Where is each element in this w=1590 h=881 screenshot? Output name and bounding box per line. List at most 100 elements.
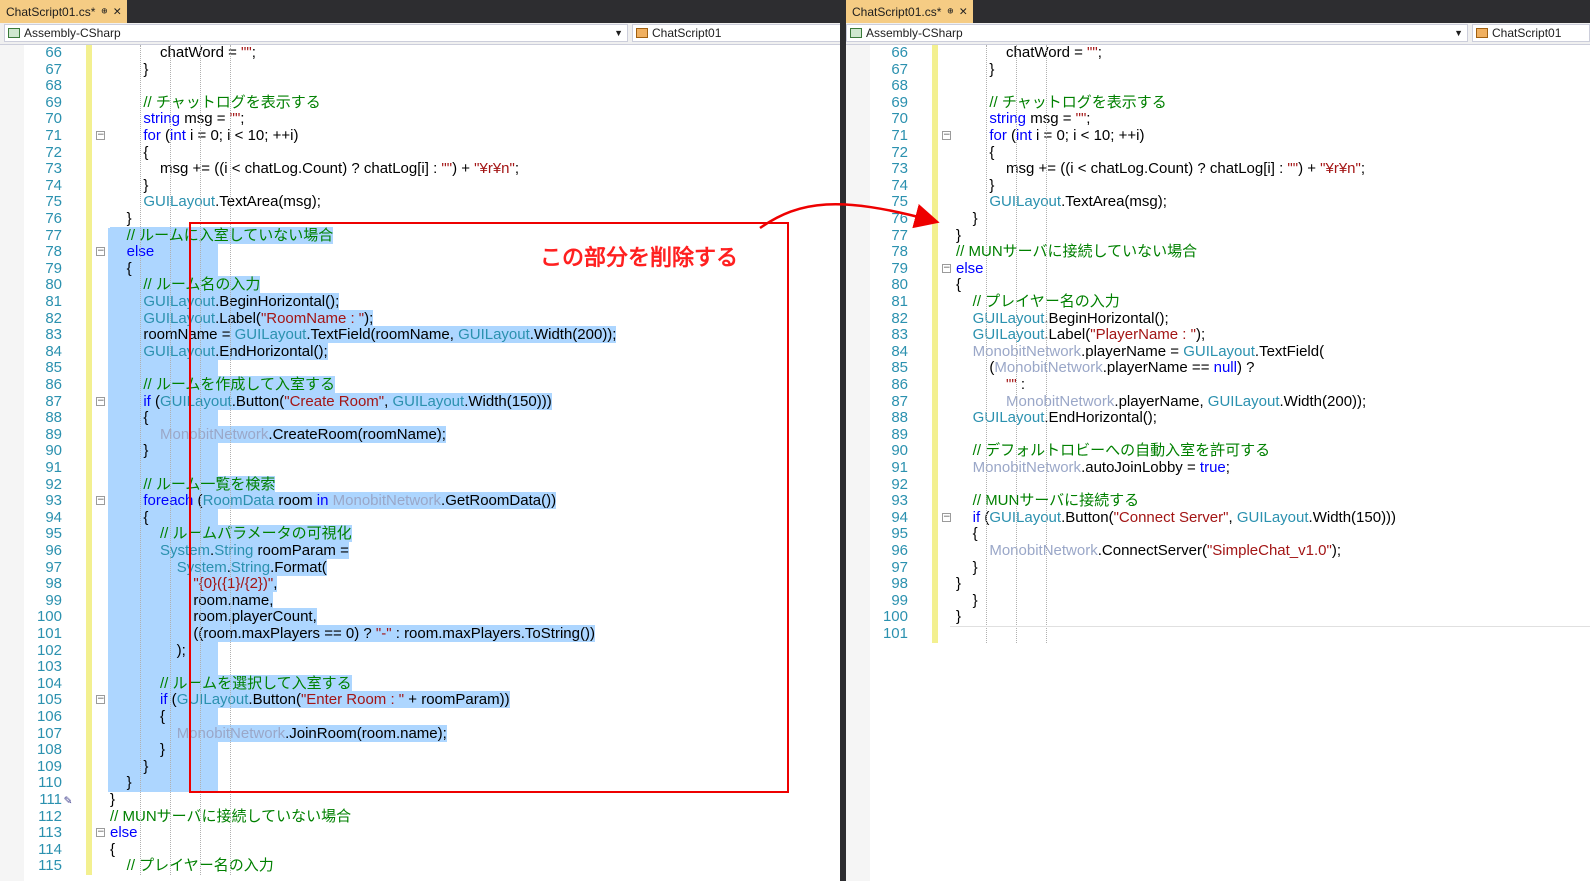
code-line[interactable]: 79 − else [846,259,1590,278]
pin-icon[interactable]: ⊕ [947,6,953,17]
code-line[interactable]: 76 } [846,210,1590,228]
code-line[interactable]: 70 string msg = ""; [846,111,1590,128]
change-indicator [86,559,92,577]
code-line[interactable]: 71 − for (int i = 0; i < 10; ++i) [0,127,840,145]
change-indicator [932,277,938,294]
code-text: } [110,176,149,194]
code-line[interactable]: 83 GUILayout.Label("PlayerName : "); [846,326,1590,344]
change-indicator [86,94,92,112]
code-line[interactable]: 74 } [846,177,1590,195]
change-indicator [86,410,92,427]
change-indicator [932,78,938,95]
code-line[interactable]: 90 // デフォルトロビーへの自動入室を許可する [846,443,1590,460]
line-number: 70 [45,110,62,128]
code-line[interactable]: 97 } [846,559,1590,577]
change-indicator [86,592,92,610]
code-line[interactable]: 92 [846,476,1590,494]
code-line[interactable]: 75 GUILayout.TextArea(msg); [846,194,1590,211]
change-indicator [86,128,92,145]
code-line[interactable]: 82 GUILayout.BeginHorizontal(); [846,310,1590,328]
code-line[interactable]: 112 // MUNサーバに接続していない場合 [0,807,840,826]
tab-chatscript01[interactable]: ChatScript01.cs* ⊕ ✕ [0,0,128,23]
code-line[interactable]: 68 [846,78,1590,95]
code-line[interactable]: 73 msg += ((i < chatLog.Count) ? chatLog… [0,160,840,178]
assembly-dropdown[interactable]: Assembly-CSharp ▼ [846,24,1468,42]
code-text: if (GUILayout.Button("Connect Server", G… [972,508,1397,526]
assembly-icon [8,28,20,38]
code-line[interactable]: 115 // プレイヤー名の入力 [0,858,840,875]
line-number: 76 [45,210,62,227]
tab-chatscript01[interactable]: ChatScript01.cs* ⊕ ✕ [846,0,974,23]
collapse-icon[interactable]: − [96,131,105,140]
code-line[interactable]: 78 // MUNサーバに接続していない場合 [846,243,1590,261]
code-line[interactable]: 74 } [0,176,840,195]
class-dropdown[interactable]: ChatScript01 [632,24,840,42]
code-line[interactable]: 86 "" : [846,376,1590,394]
change-indicator [86,576,92,593]
pin-icon[interactable]: ⊕ [101,6,107,17]
code-line[interactable]: 66 chatWord = ""; [0,44,840,62]
change-indicator [86,393,92,411]
code-line[interactable]: 69 // チャットログを表示する [846,94,1590,112]
code-line[interactable]: 87 MonobitNetwork.playerName, GUILayout.… [846,393,1590,411]
code-line[interactable]: 67 } [0,60,840,79]
code-line[interactable]: 88 GUILayout.EndHorizontal(); [846,409,1590,427]
code-line[interactable]: 100} [846,609,1590,626]
code-line[interactable]: 85 (MonobitNetwork.playerName == null) ? [846,360,1590,377]
code-text: } [110,60,149,78]
code-line[interactable]: 114 { [0,841,840,859]
assembly-dropdown[interactable]: Assembly-CSharp ▼ [4,24,628,42]
code-line[interactable]: 99 } [846,591,1590,610]
line-number: 73 [45,160,62,178]
code-line[interactable]: 70 string msg = ""; [0,111,840,128]
collapse-icon[interactable]: − [942,131,951,140]
class-dropdown[interactable]: ChatScript01 [1472,24,1590,42]
collapse-icon[interactable]: − [96,695,105,705]
code-line[interactable]: 95 { [846,526,1590,543]
line-number: 112 [38,807,62,825]
collapse-icon[interactable]: − [96,496,105,506]
line-number: 91 [891,459,908,476]
collapse-icon[interactable]: − [942,512,951,522]
code-text: } [956,591,978,609]
collapse-icon[interactable]: − [96,828,105,838]
collapse-icon[interactable]: − [96,396,105,406]
collapse-icon[interactable]: − [96,247,105,257]
code-line[interactable]: 96 MonobitNetwork.ConnectServer("SimpleC… [846,542,1590,560]
code-line[interactable]: 113 − else [0,824,840,842]
code-line[interactable]: 89 [846,426,1590,444]
close-icon[interactable]: ✕ [959,5,967,18]
change-indicator [932,144,938,162]
code-line[interactable]: 111} [0,791,840,809]
code-line[interactable]: 80 { [846,277,1590,294]
assembly-label: Assembly-CSharp [24,26,121,40]
code-line[interactable]: 71 − for (int i = 0; i < 10; ++i) [846,127,1590,145]
code-text: else [956,259,984,277]
code-line[interactable]: 101 [846,625,1590,643]
close-icon[interactable]: ✕ [113,5,121,18]
change-indicator [932,111,938,128]
tab-bar: ChatScript01.cs* ⊕ ✕ [846,0,1590,23]
code-line[interactable]: 91 MonobitNetwork.autoJoinLobby = true; [846,459,1590,477]
code-line[interactable]: 98} [846,576,1590,593]
code-editor-right[interactable]: 66 chatWord = ""; 67 } 68 69 // チャットログを表示する… [846,44,1590,881]
code-text: { [110,143,149,161]
code-line[interactable]: 72 { [846,144,1590,162]
code-line[interactable]: 94 − if (GUILayout.Button("Connect Server… [846,508,1590,527]
code-line[interactable]: 69 // チャットログを表示する [0,94,840,112]
code-line[interactable]: 81 // プレイヤー名の入力 [846,293,1590,311]
code-line[interactable]: 93 // MUNサーバに接続する [846,492,1590,510]
code-line[interactable]: 77} [846,227,1590,245]
line-number: 94 [891,508,908,526]
line-number: 90 [45,442,62,460]
code-line[interactable]: 75 GUILayout.TextArea(msg); [0,194,840,211]
code-line[interactable]: 72 { [0,143,840,162]
collapse-icon[interactable]: − [942,263,951,273]
quick-actions-icon[interactable]: ✎ [64,793,72,808]
code-line[interactable]: 67 } [846,61,1590,79]
code-line[interactable]: 73 msg += ((i < chatLog.Count) ? chatLog… [846,160,1590,178]
code-line[interactable]: 84 MonobitNetwork.playerName = GUILayout… [846,343,1590,361]
code-line[interactable]: 68 [0,78,840,95]
code-line[interactable]: 66 chatWord = ""; [846,44,1590,62]
